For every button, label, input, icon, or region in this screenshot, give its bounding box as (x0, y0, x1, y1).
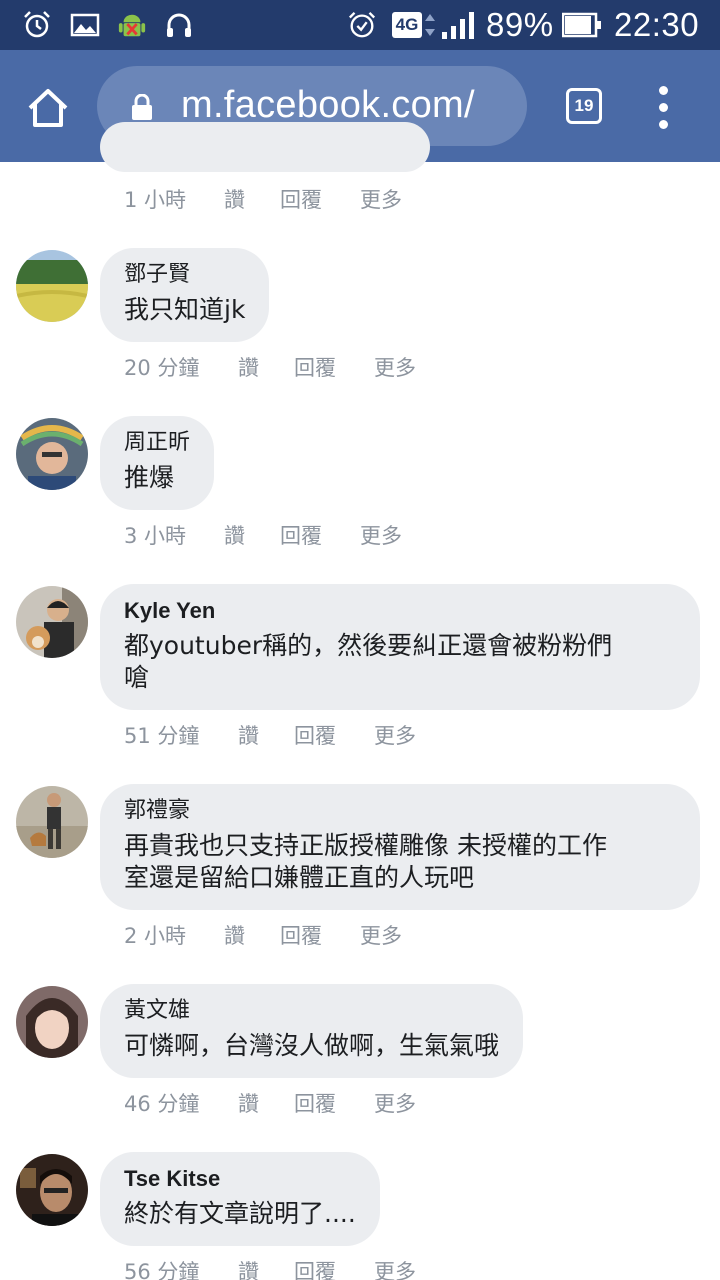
comment-author[interactable]: 郭禮豪 (124, 796, 676, 826)
more-button[interactable]: 更多 (374, 352, 416, 382)
lock-icon (132, 94, 152, 120)
comment-text: 可憐啊，台灣沒人做啊，生氣氣哦 (124, 1031, 500, 1060)
alarm-set-icon (348, 11, 376, 38)
comment-text-line: 嗆 (124, 663, 150, 692)
battery-percent: 89% (486, 6, 554, 43)
signal-icon (442, 12, 474, 39)
like-button[interactable]: 讚 (224, 920, 245, 950)
avatar[interactable] (16, 1154, 88, 1226)
comment-author[interactable]: 鄧子賢 (124, 260, 245, 290)
comment-author[interactable]: Kyle Yen (124, 596, 676, 626)
image-icon (70, 13, 100, 37)
data-arrows-icon (425, 14, 435, 36)
comment-author[interactable]: Tse Kitse (124, 1164, 356, 1194)
comment-bubble: 周正昕 推爆 (100, 416, 215, 510)
comment-time[interactable]: 2 小時 (124, 920, 186, 950)
comment-time[interactable]: 51 分鐘 (124, 720, 199, 750)
comment-time[interactable]: 1 小時 (124, 184, 186, 214)
more-button[interactable]: 更多 (360, 184, 402, 214)
comment-text-line: 室還是留給口嫌體正直的人玩吧 (124, 863, 475, 892)
reply-button[interactable]: 回覆 (294, 1256, 336, 1280)
like-button[interactable]: 讚 (238, 720, 259, 750)
comment-author[interactable]: 黃文雄 (124, 996, 499, 1026)
more-vert-icon[interactable] (652, 86, 676, 130)
comment-text: 推爆 (124, 463, 175, 492)
reply-button[interactable]: 回覆 (280, 920, 322, 950)
like-button[interactable]: 讚 (238, 1088, 259, 1118)
home-icon[interactable] (24, 84, 72, 132)
comment-bubble: Tse Kitse 終於有文章說明了.... (100, 1152, 380, 1246)
tabs-button[interactable]: 19 (566, 88, 602, 124)
comment-bubble: Kyle Yen 都youtuber稱的，然後要糾正還會被粉粉們 嗆 (100, 584, 700, 710)
more-button[interactable]: 更多 (360, 520, 402, 550)
like-button[interactable]: 讚 (238, 1256, 259, 1280)
avatar[interactable] (16, 986, 88, 1058)
reply-button[interactable]: 回覆 (294, 1088, 336, 1118)
comment-bubble: 鄧子賢 我只知道jk (100, 248, 270, 342)
comment-text: 都youtuber稱的，然後要糾正還會被粉粉們 嗆 (124, 630, 676, 694)
comment-bubble: 黃文雄 可憐啊，台灣沒人做啊，生氣氣哦 (100, 984, 524, 1078)
comment-time[interactable]: 46 分鐘 (124, 1088, 199, 1118)
comment-bubble (100, 122, 430, 172)
avatar[interactable] (16, 418, 88, 490)
android-debug-icon (118, 14, 146, 37)
comment-author[interactable]: 周正昕 (124, 428, 190, 458)
more-button[interactable]: 更多 (360, 920, 402, 950)
more-button[interactable]: 更多 (374, 1088, 416, 1118)
comment-text: 我只知道jk (124, 295, 246, 324)
network-badge: 4G (392, 12, 422, 38)
like-button[interactable]: 讚 (238, 352, 259, 382)
clock: 22:30 (614, 6, 700, 43)
status-bar: 4G 89% 22:30 (0, 0, 720, 50)
reply-button[interactable]: 回覆 (294, 720, 336, 750)
more-button[interactable]: 更多 (374, 1256, 416, 1280)
comment-list: 1 小時 讚 回覆 更多 鄧子賢 我只知道jk 20 分鐘 讚 回覆 更多 周正… (0, 122, 720, 1280)
like-button[interactable]: 讚 (224, 520, 245, 550)
reply-button[interactable]: 回覆 (294, 352, 336, 382)
alarm-icon (24, 11, 50, 38)
more-button[interactable]: 更多 (374, 720, 416, 750)
url-text[interactable]: m.facebook.com/ (181, 84, 475, 127)
avatar[interactable] (16, 250, 88, 322)
comment-text-line: 再貴我也只支持正版授權雕像 未授權的工作 (124, 831, 607, 860)
comment-text: 再貴我也只支持正版授權雕像 未授權的工作 室還是留給口嫌體正直的人玩吧 (124, 830, 676, 894)
headset-icon (167, 13, 191, 37)
comment-text-line: 都youtuber稱的，然後要糾正還會被粉粉們 (124, 631, 613, 660)
comment-text: 終於有文章說明了.... (124, 1199, 356, 1228)
comment-time[interactable]: 3 小時 (124, 520, 186, 550)
avatar[interactable] (16, 586, 88, 658)
reply-button[interactable]: 回覆 (280, 520, 322, 550)
comment-bubble: 郭禮豪 再貴我也只支持正版授權雕像 未授權的工作 室還是留給口嫌體正直的人玩吧 (100, 784, 700, 910)
battery-icon (562, 12, 601, 38)
avatar[interactable] (16, 786, 88, 858)
comment-time[interactable]: 20 分鐘 (124, 352, 199, 382)
like-button[interactable]: 讚 (224, 184, 245, 214)
reply-button[interactable]: 回覆 (280, 184, 322, 214)
comment-time[interactable]: 56 分鐘 (124, 1256, 199, 1280)
